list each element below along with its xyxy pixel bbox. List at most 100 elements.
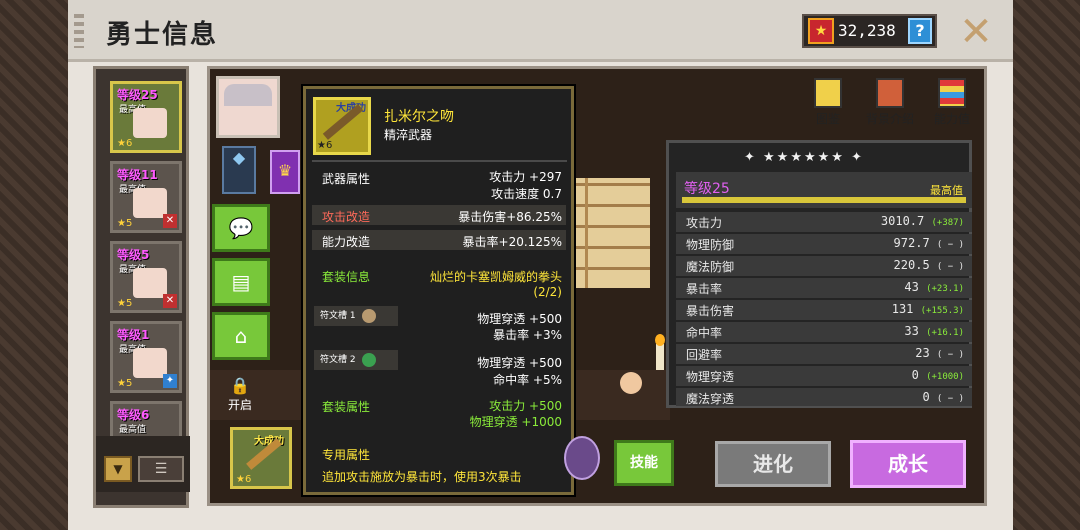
stat-value: 131 (+155.3): [891, 302, 964, 316]
tab-label: 能力值: [933, 112, 970, 126]
sort-button[interactable]: ▼: [104, 456, 132, 482]
hero-level: 等级1: [117, 328, 150, 342]
hero-avatar: [133, 268, 167, 298]
rune-2-value-2: 命中率 +5%: [493, 373, 562, 387]
close-button[interactable]: ✕: [956, 12, 996, 52]
hero-stars: ★5: [117, 378, 133, 389]
stats-icon: [938, 78, 966, 108]
atk-mod-value: 暴击伤害+86.25%: [458, 210, 562, 224]
star-gem-icon: ★: [808, 18, 834, 44]
sword-icon: ✕: [163, 214, 177, 228]
stat-max: 最高值: [930, 184, 963, 197]
hero-avatar: [133, 108, 167, 138]
exclusive-desc: 追加攻击施放为暴击时，使用3次暴击: [322, 470, 522, 484]
npc-sprite: [620, 372, 642, 394]
stat-name: 物理穿透: [686, 370, 735, 384]
evolve-button[interactable]: 进化: [715, 441, 831, 487]
tab-stats[interactable]: 能力值: [926, 78, 978, 127]
hero-star-rating: ✦ ★★★★★★ ✦: [744, 150, 864, 165]
rune-stone-icon: [362, 309, 376, 323]
weapon-attr-label: 武器属性: [322, 172, 371, 186]
chat-button[interactable]: 💬: [212, 204, 270, 252]
stat-name: 回避率: [686, 348, 723, 362]
stat-level: 等级25: [684, 181, 730, 197]
rune-slot-2: 符文槽 2: [314, 350, 398, 370]
book-icon: [876, 78, 904, 108]
hero-stars: ★5: [117, 298, 133, 309]
set-attr-1: 攻击力 +500: [489, 399, 562, 413]
stat-value: 220.5 ( − ): [893, 258, 964, 272]
divider: [312, 160, 567, 162]
stat-value: 3010.7 (+387): [880, 214, 964, 228]
set-attr-2: 物理穿透 +1000: [469, 415, 562, 429]
codex-icon: [814, 78, 842, 108]
stat-name: 魔法防御: [686, 260, 735, 274]
candle-flame-icon: [655, 334, 665, 346]
tab-background[interactable]: 背景介绍: [858, 78, 922, 127]
hero-card[interactable]: 等级6 最高值: [110, 401, 182, 441]
stat-name: 物理防御: [686, 238, 735, 252]
set-name: 灿烂的卡塞凯姆威的拳头: [429, 270, 562, 284]
hero-card[interactable]: 等级5 最高值 ★5 ✕: [110, 241, 182, 313]
hero-stars: ★6: [117, 138, 133, 149]
currency-count: 32,238: [838, 21, 896, 40]
stat-value: 0 ( − ): [922, 390, 964, 404]
stat-name: 暴击率: [686, 282, 723, 296]
costume-button[interactable]: ⌂: [212, 312, 270, 360]
hero-card[interactable]: 等级1 最高值 ★5 ✦: [110, 321, 182, 393]
hero-card[interactable]: 等级11 最高值 ★5 ✕: [110, 161, 182, 233]
set-info-label: 套装信息: [322, 270, 371, 284]
hero-level: 等级11: [117, 168, 158, 182]
stat-name: 暴击伤害: [686, 304, 735, 318]
set-count: (2/2): [533, 285, 562, 299]
set-attr-label: 套装属性: [322, 400, 371, 414]
stat-name: 攻击力: [686, 216, 723, 230]
tab-codex[interactable]: 图鉴: [808, 78, 848, 127]
grow-button[interactable]: 成长: [850, 440, 966, 488]
weapon-name: 扎米尔之吻: [384, 109, 454, 125]
skill-button[interactable]: 技能: [614, 440, 674, 486]
magic-icon: ✦: [163, 374, 177, 388]
stat-name: 命中率: [686, 326, 723, 340]
weapon-type: 精淬武器: [384, 128, 433, 142]
filter-list-button[interactable]: ☰: [138, 456, 184, 482]
ability-mod-label: 能力改造: [322, 235, 371, 249]
stat-value: 0 (+1000): [911, 368, 964, 382]
rune-1-value-1: 物理穿透 +500: [477, 312, 562, 326]
hero-level: 等级6: [117, 408, 150, 422]
page-title: 勇士信息: [106, 20, 219, 50]
unlock-label[interactable]: 开启: [228, 396, 252, 413]
hero-card[interactable]: 等级25 最高值 ★6: [110, 81, 182, 153]
rune-slot-1: 符文槽 1: [314, 306, 398, 326]
weapon-attr-1: 攻击力 +297: [489, 170, 562, 184]
tooltip-stars: ★6: [317, 140, 333, 151]
scene-window-frame: [585, 178, 588, 288]
title-decoration: [74, 14, 84, 48]
lock-icon: 🔒: [230, 376, 250, 395]
level-progress-bar: [682, 197, 966, 203]
crown-banner-icon[interactable]: ♛: [270, 150, 300, 194]
candle-icon: [656, 344, 664, 370]
atk-mod-label: 攻击改造: [322, 210, 371, 224]
hero-avatar: [133, 188, 167, 218]
stat-value: 972.7 ( − ): [893, 236, 964, 250]
stat-value: 43 (+23.1): [904, 280, 964, 294]
hero-level: 等级25: [117, 88, 158, 102]
exclusive-label: 专用属性: [322, 448, 371, 462]
stat-value: 33 (+16.1): [904, 324, 964, 338]
weapon-attr-2: 攻击速度 0.7: [491, 187, 562, 201]
rune-2-value-1: 物理穿透 +500: [477, 356, 562, 370]
rank-badge-icon[interactable]: ◆: [222, 146, 256, 194]
rune-stone-icon: [362, 353, 376, 367]
tab-label: 背景介绍: [865, 112, 914, 126]
stat-name: 魔法穿透: [686, 392, 735, 406]
cards-button[interactable]: ▤: [212, 258, 270, 306]
hero-portrait-hair: [224, 84, 272, 106]
stat-value: 23 ( − ): [915, 346, 964, 360]
hero-max-label: 最高值: [119, 425, 147, 435]
rune-1-value-2: 暴击率 +3%: [493, 328, 562, 342]
tab-label: 图鉴: [815, 112, 840, 126]
weapon-slot-stars: ★6: [236, 474, 252, 485]
help-button[interactable]: ?: [908, 18, 932, 44]
hero-stars: ★5: [117, 218, 133, 229]
